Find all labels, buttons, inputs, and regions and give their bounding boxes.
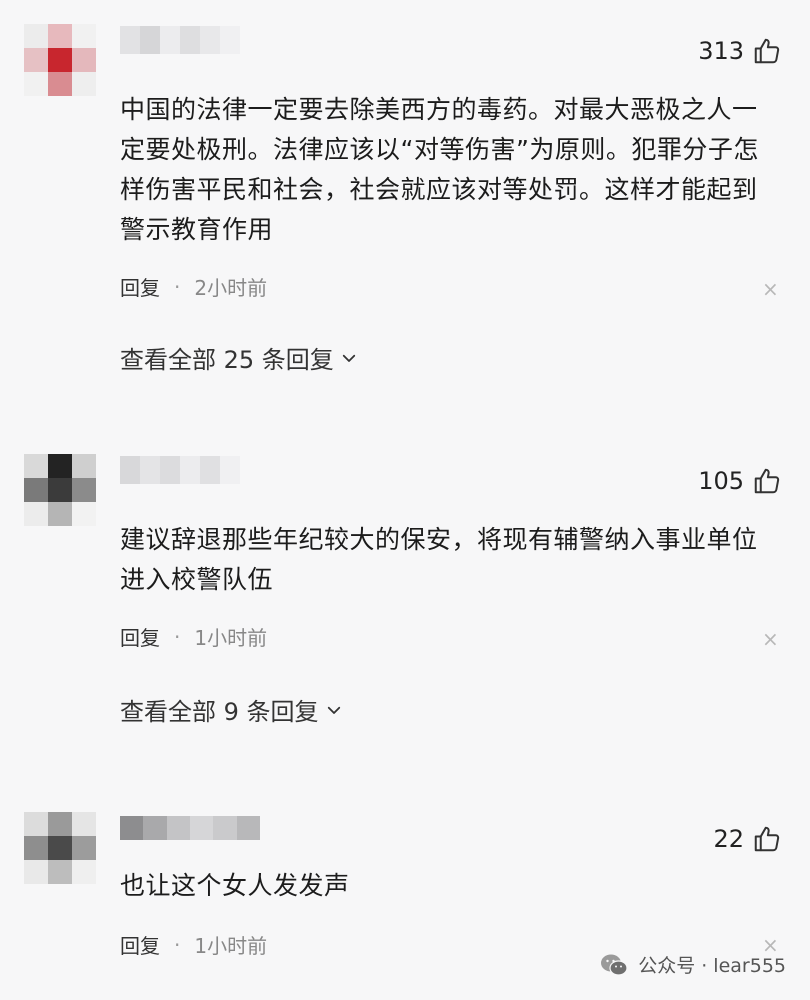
- reply-button[interactable]: 回复: [120, 622, 160, 651]
- avatar[interactable]: [24, 812, 96, 884]
- comment-time: 2小时前: [194, 276, 268, 300]
- watermark-text: 公众号 · lear555: [638, 955, 786, 977]
- view-replies-label: 查看全部 25 条回复: [120, 346, 334, 374]
- like-count: 105: [698, 467, 744, 495]
- thumbs-up-icon[interactable]: [752, 36, 782, 66]
- view-all-replies-button[interactable]: 查看全部 25 条回复: [120, 340, 358, 375]
- reply-button[interactable]: 回复: [120, 930, 160, 959]
- avatar[interactable]: [24, 24, 96, 96]
- like-count: 313: [698, 37, 744, 65]
- wechat-icon: [601, 954, 628, 976]
- thumbs-up-icon[interactable]: [752, 466, 782, 496]
- meta-separator: ·: [174, 624, 181, 649]
- close-icon[interactable]: ×: [762, 629, 779, 649]
- meta-separator: ·: [174, 274, 181, 299]
- comment-time: 1小时前: [194, 626, 268, 650]
- comment-meta: 回复 · 1小时前: [120, 622, 267, 651]
- like-area[interactable]: 22: [713, 824, 782, 854]
- watermark: 公众号 · lear555: [600, 951, 786, 978]
- comment-meta: 回复 · 2小时前: [120, 272, 267, 301]
- thumbs-up-icon[interactable]: [752, 824, 782, 854]
- chevron-down-icon: [327, 706, 340, 714]
- view-all-replies-button[interactable]: 查看全部 9 条回复: [120, 692, 343, 727]
- chevron-down-icon: [342, 354, 355, 362]
- comment-text: 也让这个女人发发声: [120, 871, 350, 900]
- username-blurred[interactable]: [120, 816, 260, 840]
- view-replies-label: 查看全部 9 条回复: [120, 698, 319, 726]
- comment-text: 建议辞退那些年纪较大的保安，将现有辅警纳入事业单位进入校警队伍: [120, 525, 758, 594]
- like-area[interactable]: 313: [698, 36, 782, 66]
- username-blurred[interactable]: [120, 456, 240, 484]
- close-icon[interactable]: ×: [762, 935, 779, 955]
- like-count: 22: [713, 825, 744, 853]
- avatar[interactable]: [24, 454, 96, 526]
- meta-separator: ·: [174, 932, 181, 957]
- like-area[interactable]: 105: [698, 466, 782, 496]
- username-blurred[interactable]: [120, 26, 240, 54]
- comment-text: 中国的法律一定要去除美西方的毒药。对最大恶极之人一定要处极刑。法律应该以“对等伤…: [120, 95, 759, 244]
- comment-meta: 回复 · 1小时前: [120, 930, 267, 959]
- comment-time: 1小时前: [194, 934, 268, 958]
- reply-button[interactable]: 回复: [120, 272, 160, 301]
- close-icon[interactable]: ×: [762, 279, 779, 299]
